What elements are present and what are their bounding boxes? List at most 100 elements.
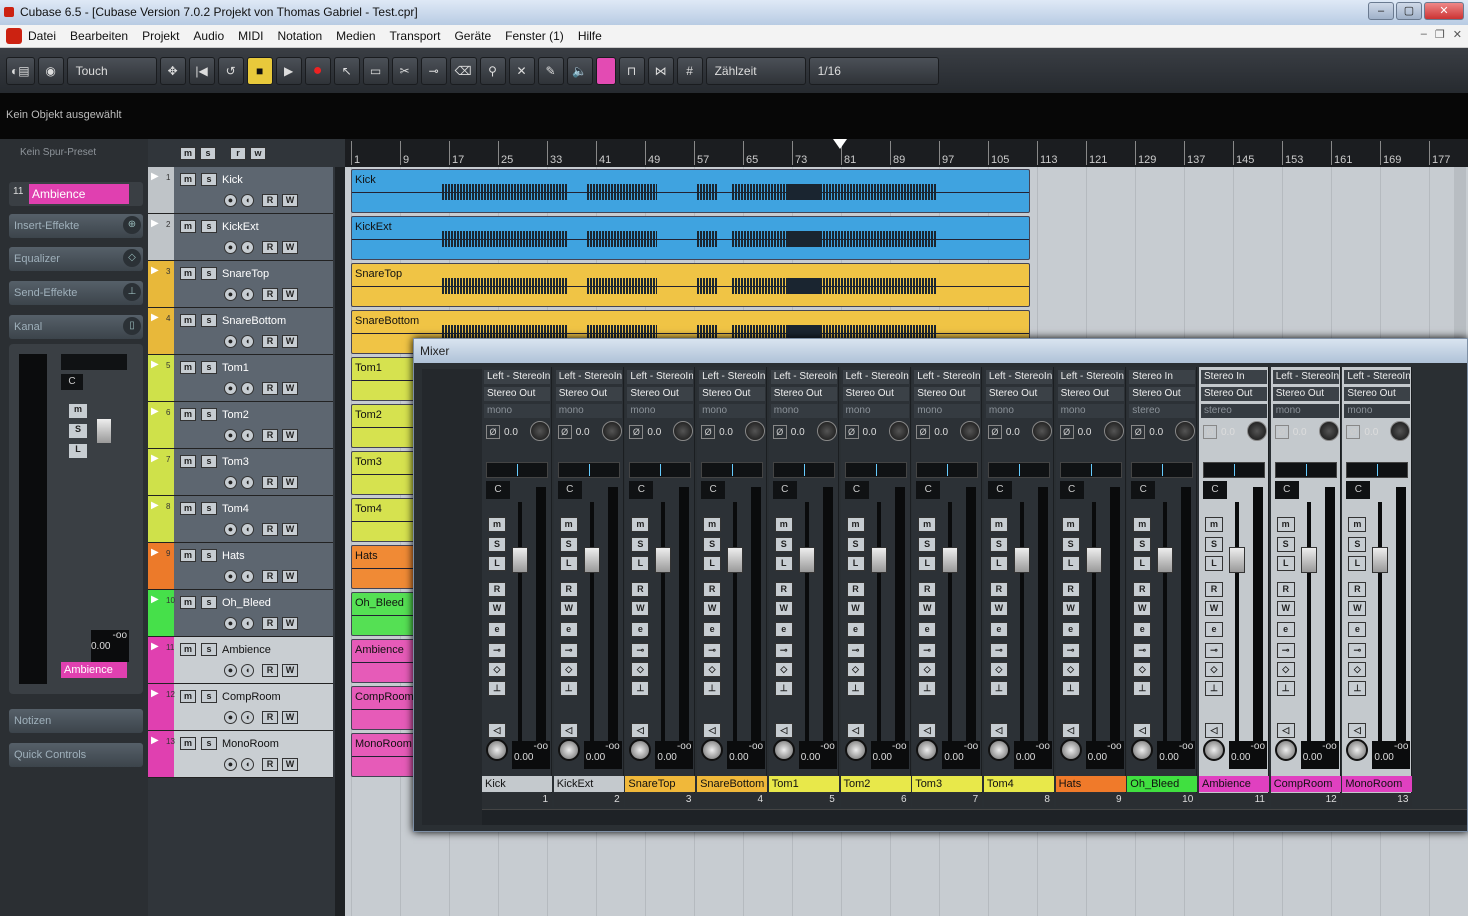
expand-icon[interactable]: ▶ (151, 688, 159, 699)
menu-item[interactable]: Projekt (142, 29, 187, 43)
fader-track[interactable] (804, 502, 809, 747)
eq-button[interactable]: ◇ (918, 662, 937, 677)
inserts-button[interactable]: ⊸ (989, 643, 1008, 658)
write-button[interactable]: W (703, 601, 722, 616)
timeline-ruler[interactable]: 1 9 17 25 33 41 49 57 65 73 81 89 97 105 113 121 129 137 1… (345, 139, 1468, 167)
inserts-button[interactable]: ⊸ (1133, 643, 1152, 658)
track-solo-button[interactable]: s (201, 173, 217, 186)
eq-button[interactable]: ◇ (1348, 662, 1367, 677)
track-row[interactable]: ▶ 6 m s Tom2 ● ◖ R W (148, 402, 333, 449)
track-mute-button[interactable]: m (180, 737, 196, 750)
pan-control[interactable] (1346, 462, 1409, 478)
read-automation-button[interactable]: R (262, 523, 278, 536)
audio-event[interactable]: CompRoom (351, 686, 417, 730)
menu-item[interactable]: Medien (336, 29, 383, 43)
read-button[interactable]: R (559, 582, 578, 597)
track-solo-button[interactable]: s (201, 690, 217, 703)
input-routing[interactable]: Left - StereoIn (699, 370, 766, 384)
monitor-button[interactable]: ◁ (631, 723, 650, 738)
input-routing[interactable]: Left - StereoIn (914, 370, 981, 384)
write-button[interactable]: W (1061, 601, 1080, 616)
track-row[interactable]: ▶ 4 m s SnareBottom ● ◖ R W (148, 308, 333, 355)
read-automation-button[interactable]: R (262, 241, 278, 254)
write-automation-button[interactable]: W (282, 194, 298, 207)
sends-button[interactable]: ⊥ (774, 681, 793, 696)
edit-channel-button[interactable]: e (631, 622, 650, 637)
menu-item[interactable]: Datei (28, 29, 64, 43)
menu-item[interactable]: MIDI (238, 29, 271, 43)
read-button[interactable]: R (1348, 582, 1367, 597)
monitor-button[interactable]: ◖ (241, 194, 254, 207)
pan-control[interactable] (1059, 462, 1122, 478)
input-gain-knob[interactable] (1318, 421, 1339, 441)
record-enable-button[interactable]: ● (224, 758, 237, 771)
fader-handle[interactable] (583, 547, 600, 573)
solo-button[interactable]: S (69, 424, 87, 438)
edit-channel-button[interactable]: e (488, 622, 506, 637)
sends-button[interactable]: ⊥ (918, 681, 937, 696)
monitor-button[interactable]: ◉ (37, 56, 64, 85)
audio-event[interactable]: Tom1 (351, 357, 417, 401)
input-routing[interactable]: Left - StereoIn (484, 370, 550, 384)
listen-button[interactable]: L (631, 556, 650, 571)
color-picker-button[interactable] (595, 56, 616, 85)
eq-button[interactable]: ◇ (1205, 662, 1223, 677)
read-button[interactable]: R (1276, 582, 1295, 597)
solo-button[interactable]: S (1348, 537, 1367, 552)
edit-channel-button[interactable]: e (846, 622, 865, 637)
speaker-tool-icon[interactable]: 🔈 (566, 56, 593, 85)
audio-event[interactable]: MonoRoom (351, 733, 417, 777)
listen-button[interactable]: L (69, 444, 87, 458)
edit-channel-button[interactable]: e (918, 622, 937, 637)
read-button[interactable]: R (989, 582, 1008, 597)
channel-name[interactable]: CompRoom (1270, 776, 1341, 792)
record-enable-knob[interactable] (916, 739, 939, 761)
pan-control[interactable] (486, 462, 548, 478)
phase-invert-button[interactable]: Ø (1274, 425, 1289, 439)
track-row[interactable]: ▶ 7 m s Tom3 ● ◖ R W (148, 449, 333, 496)
monitor-button[interactable]: ◁ (1061, 723, 1080, 738)
sends-button[interactable]: ⊥ (559, 681, 578, 696)
record-enable-knob[interactable] (701, 739, 724, 761)
track-mute-button[interactable]: m (180, 596, 196, 609)
split-tool-icon[interactable]: ✂ (391, 56, 418, 85)
inserts-button[interactable]: ⊸ (1061, 643, 1080, 658)
eq-button[interactable]: ◇ (1061, 662, 1080, 677)
monitor-button[interactable]: ◖ (241, 429, 254, 442)
monitor-button[interactable]: ◁ (1276, 723, 1295, 738)
monitor-button[interactable]: ◁ (989, 723, 1008, 738)
input-gain-knob[interactable] (1175, 421, 1196, 441)
mute-button[interactable]: m (1276, 517, 1295, 532)
fader-handle[interactable] (1157, 547, 1174, 573)
pan-control[interactable] (1203, 462, 1265, 478)
read-automation-button[interactable]: R (262, 476, 278, 489)
menu-item[interactable]: Hilfe (578, 29, 610, 43)
read-button[interactable]: R (631, 582, 650, 597)
track-name[interactable]: Tom4 (222, 503, 249, 515)
read-automation-button[interactable]: R (262, 382, 278, 395)
track-solo-button[interactable]: s (201, 408, 217, 421)
inserts-button[interactable]: ⊸ (774, 643, 793, 658)
menu-item[interactable]: Bearbeiten (70, 29, 136, 43)
expand-icon[interactable]: ▶ (151, 265, 159, 276)
expand-icon[interactable]: ▶ (151, 218, 159, 229)
record-enable-knob[interactable] (1346, 739, 1369, 761)
fader-track[interactable] (1235, 502, 1239, 747)
mute-button[interactable]: m (1348, 517, 1367, 532)
track-name[interactable]: CompRoom (222, 691, 281, 703)
phase-invert-button[interactable]: Ø (1203, 425, 1217, 439)
pan-control[interactable] (772, 462, 835, 478)
fader-track[interactable] (733, 502, 738, 747)
record-enable-knob[interactable] (1131, 739, 1154, 761)
output-routing[interactable]: Stereo Out (1129, 387, 1196, 401)
track-mute-button[interactable]: m (180, 267, 196, 280)
track-name[interactable]: Tom3 (222, 456, 249, 468)
fader-track[interactable] (518, 502, 522, 747)
sends-button[interactable]: ⊥ (1276, 681, 1295, 696)
monitor-button[interactable]: ◖ (241, 711, 254, 724)
monitor-button[interactable]: ◖ (241, 523, 254, 536)
sends-button[interactable]: ⊥ (846, 681, 865, 696)
write-button[interactable]: W (1348, 601, 1367, 616)
channel-name[interactable]: Tom2 (840, 776, 911, 792)
pan-control[interactable] (701, 462, 764, 478)
